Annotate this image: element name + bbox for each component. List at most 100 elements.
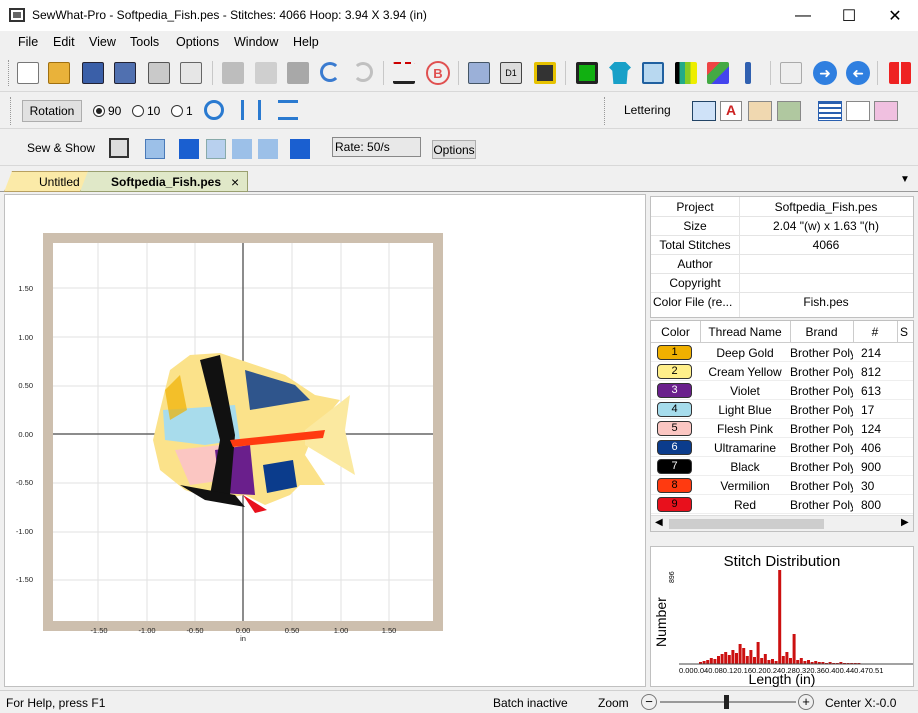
lettering-image-icon[interactable]	[777, 101, 801, 121]
thread-color-swatch[interactable]: 2	[657, 364, 692, 379]
rate-field[interactable]: Rate: 50/s	[332, 137, 421, 157]
play-icon[interactable]	[179, 139, 199, 159]
zoom-in-button[interactable]: +	[798, 694, 814, 710]
histogram-bar	[789, 658, 792, 664]
zoom-slider-thumb[interactable]	[724, 695, 729, 709]
stop-icon[interactable]	[258, 139, 278, 159]
thread-row[interactable]: 7 Black Brother Poly 900	[651, 457, 913, 476]
close-button[interactable]: ✕	[872, 0, 918, 31]
menu-file[interactable]: File	[18, 35, 38, 49]
info-label-project: Project	[676, 200, 714, 214]
thread-row[interactable]: 2 Cream Yellow Brother Poly 812	[651, 362, 913, 381]
pause-icon[interactable]	[206, 139, 226, 159]
thread-icon[interactable]	[707, 62, 729, 84]
shirt-icon[interactable]	[609, 62, 631, 84]
scroll-right-icon[interactable]: ▶	[901, 517, 909, 528]
arrow-left-icon[interactable]: ➜	[846, 61, 870, 85]
undo-icon[interactable]	[320, 62, 340, 82]
needle-icon[interactable]	[745, 62, 751, 84]
menu-view[interactable]: View	[89, 35, 116, 49]
arrow-right-icon[interactable]: ➜	[813, 61, 837, 85]
thread-color-swatch[interactable]: 3	[657, 383, 692, 398]
last-stitch-icon[interactable]	[290, 139, 310, 159]
open-folder-icon[interactable]	[48, 62, 70, 84]
print-preview-icon[interactable]	[180, 62, 202, 84]
thread-row[interactable]: 4 Light Blue Brother Poly 17	[651, 400, 913, 419]
thread-row[interactable]: 3 Violet Brother Poly 613	[651, 381, 913, 400]
split-view-icon[interactable]	[889, 62, 911, 84]
tab-untitled[interactable]: Untitled	[4, 171, 94, 192]
maximize-button[interactable]: ☐	[826, 0, 872, 31]
thread-header-name[interactable]: Thread Name	[700, 325, 790, 339]
thread-color-swatch[interactable]: 7	[657, 459, 692, 474]
lettering-edit-icon[interactable]	[692, 101, 716, 121]
print-icon[interactable]	[148, 62, 170, 84]
thread-row[interactable]: 6 Ultramarine Brother Poly 406	[651, 438, 913, 457]
new-file-icon[interactable]	[17, 62, 39, 84]
lettering-arc-icon[interactable]	[846, 101, 870, 121]
sewshow-options-button[interactable]: Options	[432, 140, 476, 159]
thread-count: 800	[861, 498, 882, 512]
zoom-out-button[interactable]: −	[641, 694, 657, 710]
rotation-90-radio[interactable]	[93, 105, 105, 117]
save-card-icon[interactable]	[534, 62, 556, 84]
flip-vertical-icon[interactable]	[241, 100, 261, 120]
hoop-icon[interactable]	[642, 62, 664, 84]
thread-header-color[interactable]: Color	[651, 325, 700, 339]
save-icon[interactable]	[82, 62, 104, 84]
scroll-thumb[interactable]	[669, 519, 824, 529]
design-canvas[interactable]: 1.50 1.00 0.50 0.00 -0.50 -1.00 -1.50 -1…	[4, 194, 646, 687]
lettering-lines-icon[interactable]	[818, 101, 842, 121]
histogram-bar	[749, 650, 753, 664]
histogram-bar	[706, 660, 710, 664]
stitch-add-icon[interactable]	[393, 62, 415, 84]
green-square-icon[interactable]	[576, 62, 598, 84]
thread-color-swatch[interactable]: 9	[657, 497, 692, 512]
thread-color-swatch[interactable]: 5	[657, 421, 692, 436]
color-bars-icon[interactable]	[675, 62, 697, 84]
thread-header-brand[interactable]: Brand	[790, 325, 853, 339]
rotation-1-radio[interactable]	[171, 105, 183, 117]
redo-icon[interactable]	[353, 62, 373, 82]
first-stitch-icon[interactable]	[145, 139, 165, 159]
tab-dropdown-icon[interactable]: ▼	[900, 174, 910, 185]
menu-options[interactable]: Options	[176, 35, 219, 49]
thread-color-swatch[interactable]: 6	[657, 440, 692, 455]
menu-edit[interactable]: Edit	[53, 35, 75, 49]
design-d1-icon[interactable]: D1	[500, 62, 522, 84]
tab-close-icon[interactable]: ×	[231, 174, 239, 190]
save-as-icon[interactable]	[114, 62, 136, 84]
thread-header-s[interactable]: S	[900, 325, 913, 339]
rotate-icon[interactable]	[204, 100, 224, 120]
thread-list[interactable]: Color Thread Name Brand # S 1 Deep Gold …	[650, 320, 914, 532]
step-back-icon[interactable]	[232, 139, 252, 159]
sewing-machine-icon[interactable]	[109, 138, 129, 158]
paste-icon[interactable]	[287, 62, 309, 84]
cut-icon[interactable]	[222, 62, 244, 84]
thread-row[interactable]: 9 Red Brother Poly 800	[651, 495, 913, 514]
thread-header-count[interactable]: #	[853, 325, 897, 339]
lettering-warp-icon[interactable]	[874, 101, 898, 121]
thread-color-swatch[interactable]: 8	[657, 478, 692, 493]
thread-row[interactable]: 1 Deep Gold Brother Poly 214	[651, 343, 913, 362]
rotation-button[interactable]: Rotation	[22, 100, 82, 122]
thread-color-swatch[interactable]: 4	[657, 402, 692, 417]
lettering-text-icon[interactable]: A	[720, 101, 742, 121]
thread-list-scrollbar[interactable]: ◀ ▶	[651, 515, 913, 531]
scroll-left-icon[interactable]: ◀	[655, 517, 663, 528]
copy-icon[interactable]	[255, 62, 277, 84]
minimize-button[interactable]: —	[780, 0, 826, 31]
menu-window[interactable]: Window	[234, 35, 278, 49]
thread-color-swatch[interactable]: 1	[657, 345, 692, 360]
thread-row[interactable]: 5 Flesh Pink Brother Poly 124	[651, 419, 913, 438]
info-value-size: 2.04 "(w) x 1.63 "(h)	[773, 219, 879, 233]
menu-tools[interactable]: Tools	[130, 35, 159, 49]
lettering-font-icon[interactable]	[748, 101, 772, 121]
copy-pages-icon[interactable]	[468, 62, 490, 84]
brother-b-icon[interactable]: B	[426, 61, 450, 85]
tab-softpedia-fish[interactable]: Softpedia_Fish.pes	[80, 171, 248, 192]
flip-horizontal-icon[interactable]	[278, 100, 298, 120]
menu-help[interactable]: Help	[293, 35, 319, 49]
rotation-10-radio[interactable]	[132, 105, 144, 117]
thread-row[interactable]: 8 Vermilion Brother Poly 30	[651, 476, 913, 495]
